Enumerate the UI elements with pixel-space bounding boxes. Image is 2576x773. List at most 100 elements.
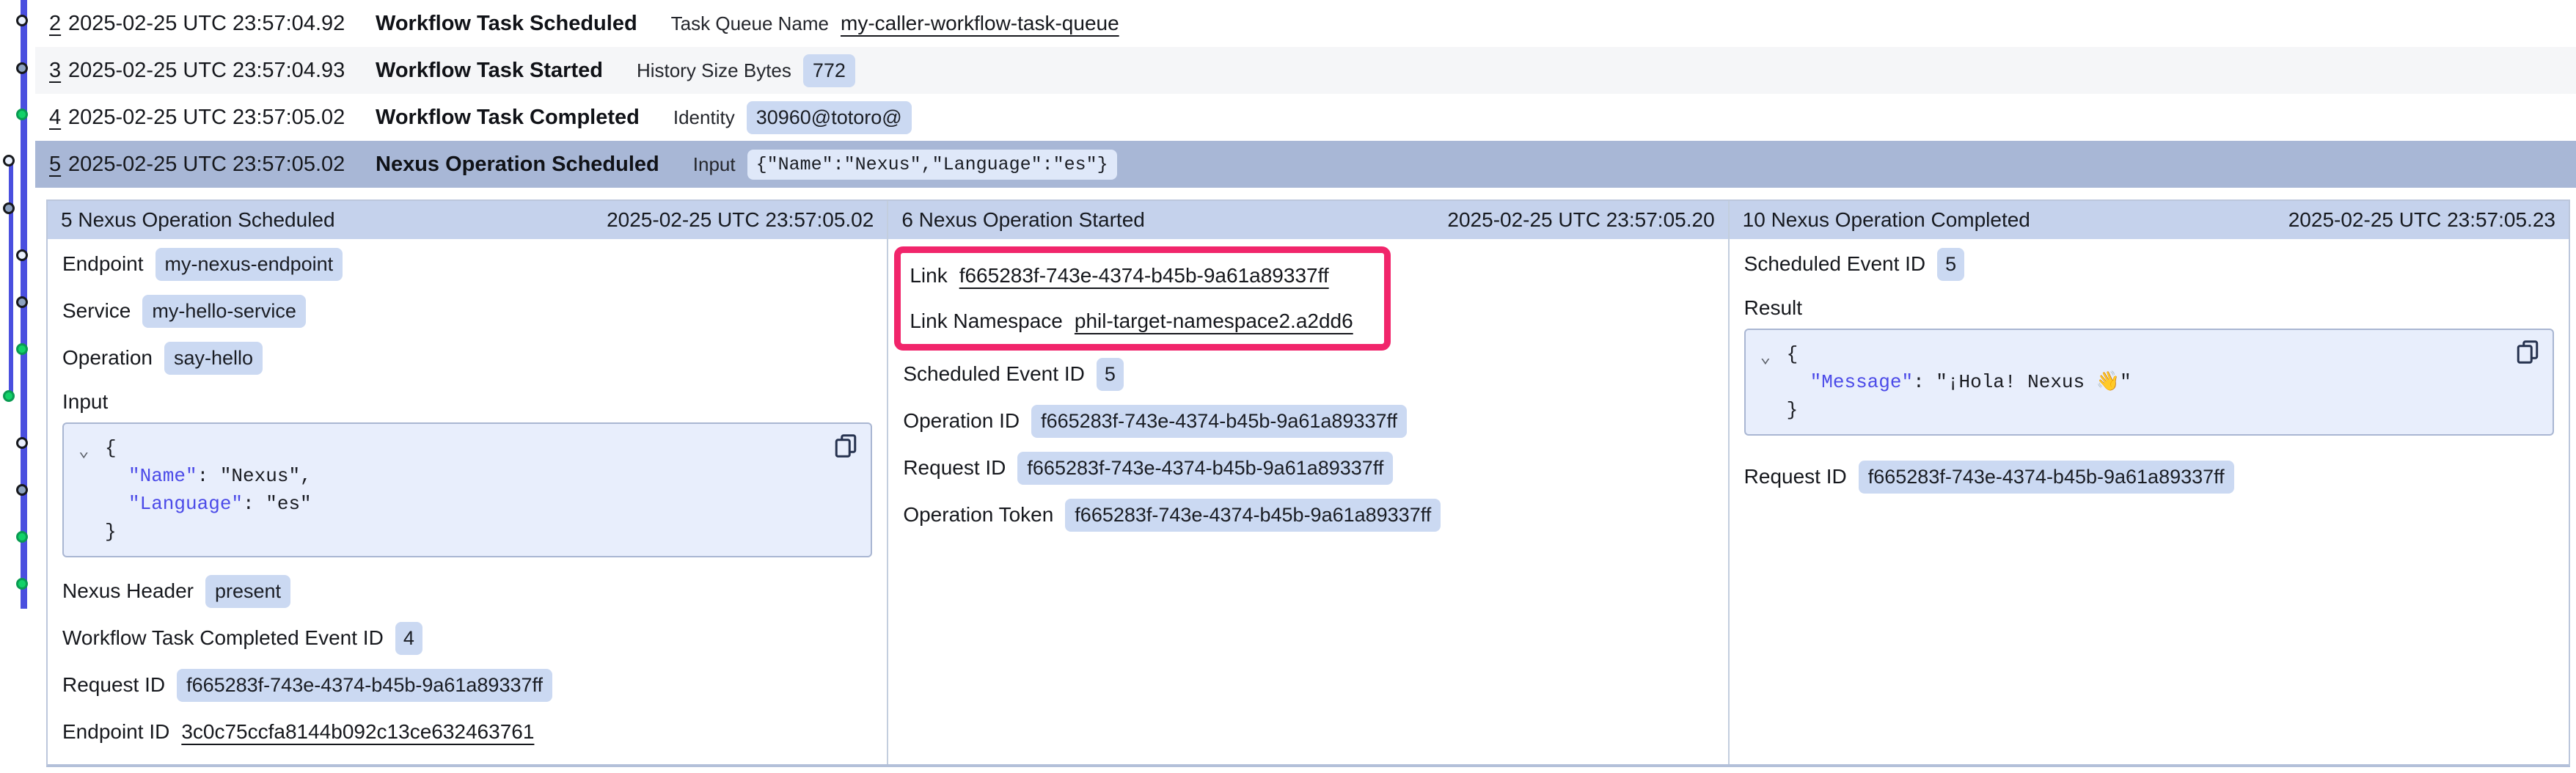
json-text: } bbox=[1787, 399, 1799, 421]
event-name: Nexus Operation Scheduled bbox=[376, 153, 659, 177]
code-line: } bbox=[64, 518, 871, 546]
event-status-dot bbox=[16, 484, 28, 496]
event-attr-link[interactable]: my-caller-workflow-task-queue bbox=[841, 12, 1119, 34]
field-row: Operation ID f665283f-743e-4374-b45b-9a61… bbox=[903, 398, 1713, 444]
event-name: Workflow Task Completed bbox=[376, 106, 640, 130]
field-value-badge: f665283f-743e-4374-b45b-9a61a89337ff bbox=[1065, 499, 1441, 532]
field-value-badge: 4 bbox=[395, 622, 422, 655]
json-code-block: ⌄{"Message": "¡Hola! Nexus 👋"} bbox=[1744, 329, 2554, 436]
field-label: Service bbox=[62, 299, 131, 323]
field-row: Request IDf665283f-743e-4374-b45b-9a61a8… bbox=[62, 662, 872, 708]
event-timestamp: 2025-02-25 UTC 23:57:04.92 bbox=[68, 12, 376, 36]
annotation-highlight-box: Link f665283f-743e-4374-b45b-9a61a89337ff… bbox=[894, 246, 1391, 351]
code-line: { bbox=[1746, 340, 2553, 368]
panel-title: 10 Nexus Operation Completed bbox=[1743, 208, 2030, 232]
code-line: "Name": "Nexus", bbox=[64, 462, 871, 490]
field-label: Workflow Task Completed Event ID bbox=[62, 626, 384, 650]
event-timestamp: 2025-02-25 UTC 23:57:05.02 bbox=[68, 106, 376, 130]
json-text: : "Nexus", bbox=[197, 465, 312, 487]
json-text: { bbox=[105, 437, 117, 459]
field-value-link[interactable]: phil-target-namespace2.a2dd6 bbox=[1075, 309, 1353, 333]
field-row: Request IDf665283f-743e-4374-b45b-9a61a8… bbox=[1744, 453, 2554, 500]
json-code-block: ⌄{"Name": "Nexus","Language": "es"} bbox=[62, 422, 872, 557]
event-status-dot bbox=[16, 296, 28, 308]
copy-icon[interactable] bbox=[833, 433, 859, 459]
panel-title: 6 Nexus Operation Started bbox=[901, 208, 1145, 232]
field-row: Service my-hello-service bbox=[62, 287, 872, 334]
event-status-dot bbox=[3, 202, 15, 214]
json-text: : "es" bbox=[243, 493, 312, 515]
code-line: "Message": "¡Hola! Nexus 👋" bbox=[1746, 368, 2553, 396]
field-value-badge: present bbox=[205, 575, 290, 608]
event-status-dot bbox=[16, 343, 28, 355]
detail-panel-1: 5 Nexus Operation Scheduled2025-02-25 UT… bbox=[48, 201, 887, 764]
event-status-dot bbox=[16, 15, 28, 26]
field-value-badge: f665283f-743e-4374-b45b-9a61a89337ff bbox=[1859, 461, 2234, 494]
field-label: Operation ID bbox=[903, 409, 1020, 433]
field-section-label-row: Input bbox=[62, 381, 872, 422]
workflow-event-history: 22025-02-25 UTC 23:57:04.92Workflow Task… bbox=[0, 0, 2576, 773]
field-row: Scheduled Event ID 5 bbox=[1744, 241, 2554, 287]
panel-title: 5 Nexus Operation Scheduled bbox=[61, 208, 335, 232]
detail-panel-3: 10 Nexus Operation Completed 2025-02-25 U… bbox=[1728, 201, 2569, 764]
event-status-dot bbox=[16, 578, 28, 590]
field-label: Scheduled Event ID bbox=[903, 362, 1085, 386]
json-key: "Language" bbox=[128, 493, 243, 515]
panel-header: 10 Nexus Operation Completed 2025-02-25 U… bbox=[1730, 201, 2569, 239]
event-attr-value: {"Name":"Nexus","Language":"es"} bbox=[747, 150, 1117, 180]
copy-icon[interactable] bbox=[2514, 339, 2541, 365]
json-text: : "¡Hola! Nexus 👋" bbox=[1913, 371, 2132, 393]
event-attr-value: 772 bbox=[803, 54, 855, 87]
json-key: "Name" bbox=[128, 465, 197, 487]
event-status-dot bbox=[16, 109, 28, 120]
event-timestamp: 2025-02-25 UTC 23:57:04.93 bbox=[68, 59, 376, 83]
collapse-chevron-icon[interactable]: ⌄ bbox=[1760, 346, 1771, 368]
field-row: Scheduled Event ID 5 bbox=[903, 351, 1713, 398]
panel-timestamp: 2025-02-25 UTC 23:57:05.23 bbox=[2288, 208, 2555, 232]
collapse-chevron-icon[interactable]: ⌄ bbox=[78, 440, 89, 462]
field-label: Request ID bbox=[62, 673, 165, 697]
field-value-badge: 5 bbox=[1097, 358, 1124, 391]
event-row-3[interactable]: 32025-02-25 UTC 23:57:04.93Workflow Task… bbox=[35, 47, 2576, 94]
event-timestamp: 2025-02-25 UTC 23:57:05.02 bbox=[68, 153, 376, 177]
event-attr-label: Task Queue Name bbox=[671, 12, 829, 35]
event-row-5[interactable]: 52025-02-25 UTC 23:57:05.02Nexus Operati… bbox=[35, 141, 2576, 188]
timeline-gutter bbox=[0, 0, 46, 773]
field-row: Workflow Task Completed Event ID 4 bbox=[62, 615, 872, 662]
detail-panel-2: 6 Nexus Operation Started2025-02-25 UTC … bbox=[887, 201, 1727, 764]
field-value-link[interactable]: 3c0c75ccfa8144b092c13ce632463761 bbox=[181, 720, 534, 744]
event-attr-label: Identity bbox=[673, 106, 735, 129]
field-label: Endpoint ID bbox=[62, 720, 169, 744]
event-attr-badge: {"Name":"Nexus","Language":"es"} bbox=[747, 150, 1117, 180]
event-detail-panels: 5 Nexus Operation Scheduled 2025-02-25 UT… bbox=[46, 199, 2570, 767]
field-value-badge: 5 bbox=[1937, 248, 1964, 281]
field-label: Endpoint bbox=[62, 252, 144, 276]
event-status-dot bbox=[16, 437, 28, 449]
event-status-dot bbox=[16, 62, 28, 74]
panel-header: 5 Nexus Operation Scheduled2025-02-25 UT… bbox=[48, 201, 887, 239]
event-attr-label: Input bbox=[693, 153, 736, 176]
field-row: Operationsay-hello bbox=[62, 334, 872, 381]
field-label: Request ID bbox=[903, 456, 1006, 480]
field-row: Link f665283f-743e-4374-b45b-9a61a89337ff bbox=[910, 253, 1384, 298]
field-row: Operation Tokenf665283f-743e-4374-b45b-9… bbox=[903, 491, 1713, 538]
event-name: Workflow Task Started bbox=[376, 59, 603, 83]
panel-body: Endpointmy-nexus-endpointServicemy-hello… bbox=[48, 239, 887, 755]
code-line: "Language": "es" bbox=[64, 490, 871, 518]
field-value-badge: f665283f-743e-4374-b45b-9a61a89337ff bbox=[1017, 452, 1393, 485]
field-label: Link bbox=[910, 264, 947, 287]
event-attr-badge: 772 bbox=[803, 54, 855, 87]
event-row-2[interactable]: 22025-02-25 UTC 23:57:04.92Workflow Task… bbox=[35, 0, 2576, 47]
field-value-badge: my-hello-service bbox=[142, 295, 306, 328]
field-value-link[interactable]: f665283f-743e-4374-b45b-9a61a89337ff bbox=[959, 264, 1329, 287]
panel-body: Scheduled Event ID 5 Result ⌄{"Message": "¡… bbox=[1730, 239, 2569, 500]
field-value-badge: f665283f-743e-4374-b45b-9a61a89337ff bbox=[1031, 405, 1407, 438]
field-value-badge: say-hello bbox=[164, 342, 263, 375]
field-row: Endpoint ID 3c0c75ccfa8144b092c13ce632463… bbox=[62, 708, 872, 755]
event-status-dot bbox=[3, 390, 15, 402]
field-label: Result bbox=[1744, 296, 1802, 320]
field-label: Scheduled Event ID bbox=[1744, 252, 1926, 276]
event-row-4[interactable]: 42025-02-25 UTC 23:57:05.02Workflow Task… bbox=[35, 94, 2576, 141]
field-row: Nexus Headerpresent bbox=[62, 568, 872, 615]
code-line: { bbox=[64, 434, 871, 462]
